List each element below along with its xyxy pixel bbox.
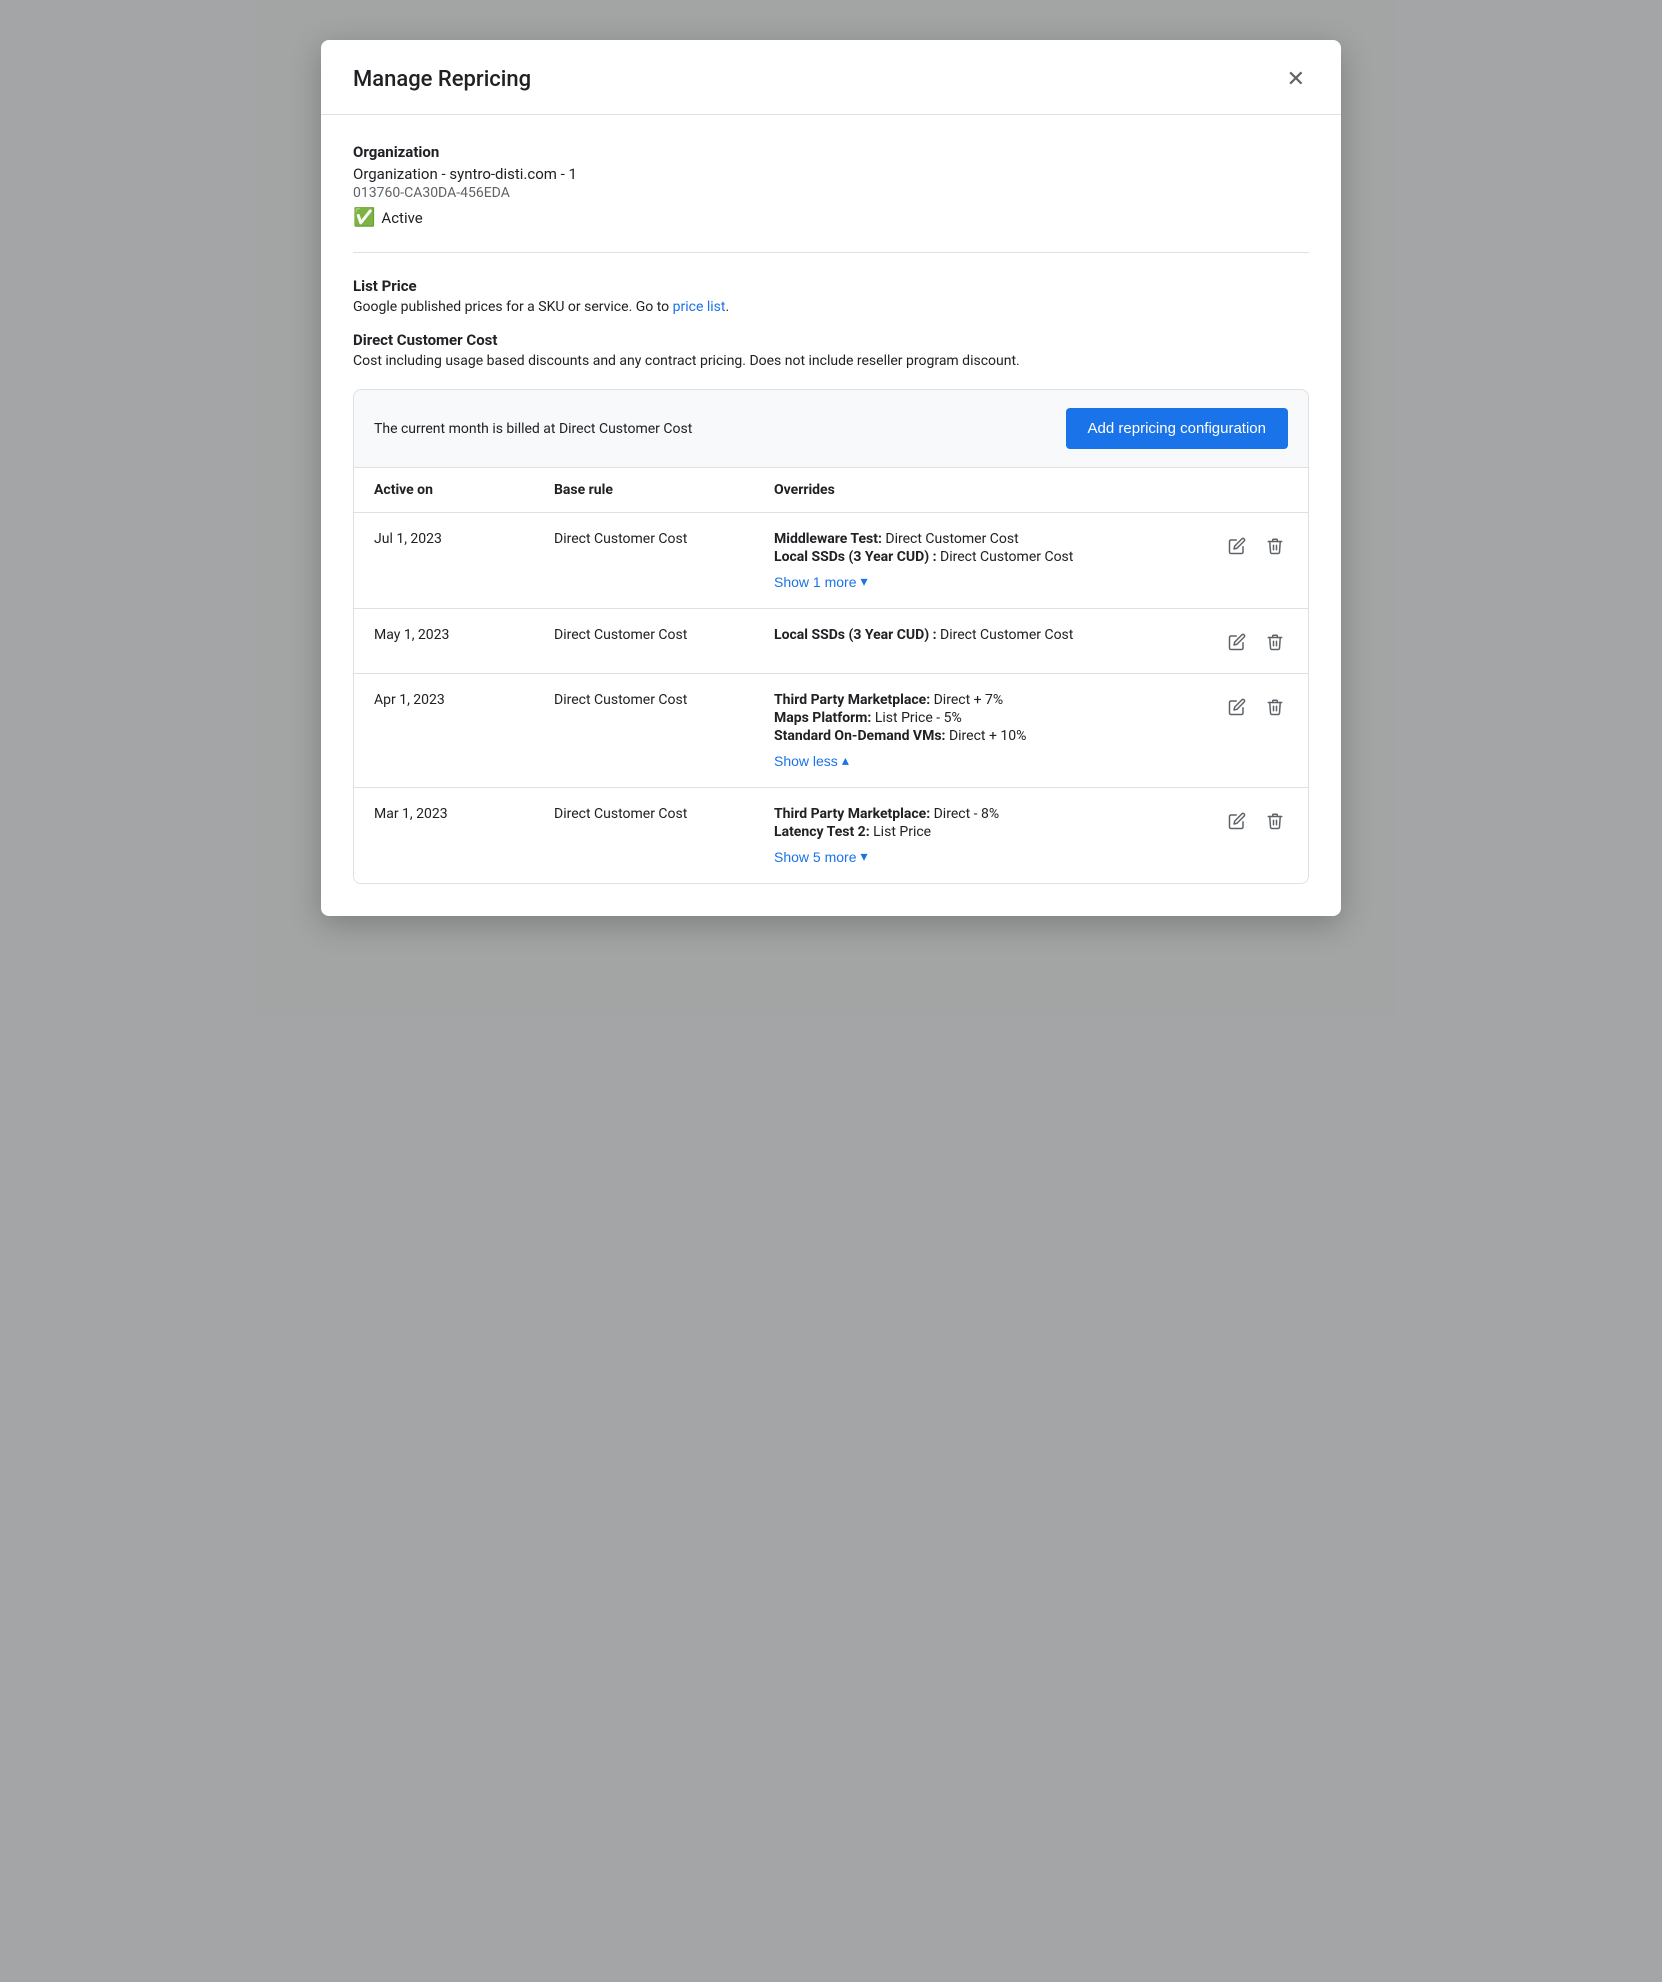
price-list-link[interactable]: price list (673, 299, 726, 315)
delete-icon (1266, 633, 1284, 651)
add-repricing-configuration-button[interactable]: Add repricing configuration (1066, 408, 1288, 449)
billing-bar: The current month is billed at Direct Cu… (353, 389, 1309, 468)
override-item: Standard On-Demand VMs: Direct + 10% (774, 728, 1198, 744)
action-cell (1198, 531, 1288, 559)
edit-icon (1228, 812, 1246, 830)
delete-button[interactable] (1262, 808, 1288, 834)
delete-icon (1266, 812, 1284, 830)
delete-button[interactable] (1262, 533, 1288, 559)
list-price-section: List Price Google published prices for a… (353, 277, 1309, 315)
repricing-table: Active on Base rule Overrides Jul 1, 202… (353, 468, 1309, 884)
base-rule-cell: Direct Customer Cost (554, 806, 774, 822)
chevron-down-icon (860, 573, 867, 590)
modal-body: Organization Organization - syntro-disti… (321, 115, 1341, 916)
col-header-active-on: Active on (374, 482, 554, 498)
override-item: Maps Platform: List Price - 5% (774, 710, 1198, 726)
col-header-actions (1198, 482, 1288, 498)
overrides-cell: Middleware Test: Direct Customer Cost Lo… (774, 531, 1198, 590)
chevron-down-icon (860, 848, 867, 865)
list-price-description: Google published prices for a SKU or ser… (353, 299, 1309, 315)
base-rule-cell: Direct Customer Cost (554, 531, 774, 547)
active-on-cell: Apr 1, 2023 (374, 692, 554, 708)
active-status-icon: ✅ (353, 207, 375, 228)
override-item: Latency Test 2: List Price (774, 824, 1198, 840)
chevron-up-icon (842, 752, 849, 769)
close-button[interactable]: ✕ (1283, 64, 1309, 94)
billing-text: The current month is billed at Direct Cu… (374, 421, 692, 437)
edit-button[interactable] (1224, 694, 1250, 720)
org-label: Organization (353, 143, 1309, 161)
active-on-cell: Jul 1, 2023 (374, 531, 554, 547)
edit-button[interactable] (1224, 533, 1250, 559)
action-cell (1198, 806, 1288, 834)
override-item: Third Party Marketplace: Direct + 7% (774, 692, 1198, 708)
org-status-text: Active (381, 209, 422, 227)
col-header-base-rule: Base rule (554, 482, 774, 498)
delete-button[interactable] (1262, 694, 1288, 720)
override-item: Third Party Marketplace: Direct - 8% (774, 806, 1198, 822)
edit-icon (1228, 698, 1246, 716)
direct-cost-description: Cost including usage based discounts and… (353, 353, 1309, 369)
override-item: Local SSDs (3 Year CUD) : Direct Custome… (774, 549, 1198, 565)
org-name: Organization - syntro-disti.com - 1 (353, 165, 1309, 183)
modal-overlay: Manage Repricing ✕ Organization Organiza… (0, 0, 1662, 1982)
base-rule-cell: Direct Customer Cost (554, 627, 774, 643)
modal-header: Manage Repricing ✕ (321, 40, 1341, 115)
delete-icon (1266, 698, 1284, 716)
section-divider-1 (353, 252, 1309, 253)
table-header-row: Active on Base rule Overrides (354, 468, 1308, 513)
manage-repricing-modal: Manage Repricing ✕ Organization Organiza… (321, 40, 1341, 916)
table-row: Apr 1, 2023 Direct Customer Cost Third P… (354, 674, 1308, 788)
override-item: Local SSDs (3 Year CUD) : Direct Custome… (774, 627, 1198, 643)
edit-icon (1228, 537, 1246, 555)
show-5-more-button[interactable]: Show 5 more (774, 842, 868, 865)
table-row: Jul 1, 2023 Direct Customer Cost Middlew… (354, 513, 1308, 609)
override-item: Middleware Test: Direct Customer Cost (774, 531, 1198, 547)
delete-icon (1266, 537, 1284, 555)
edit-icon (1228, 633, 1246, 651)
active-on-cell: Mar 1, 2023 (374, 806, 554, 822)
overrides-cell: Local SSDs (3 Year CUD) : Direct Custome… (774, 627, 1198, 645)
action-cell (1198, 692, 1288, 720)
org-id: 013760-CA30DA-456EDA (353, 185, 1309, 201)
active-on-cell: May 1, 2023 (374, 627, 554, 643)
org-status-row: ✅ Active (353, 207, 1309, 228)
direct-cost-label: Direct Customer Cost (353, 331, 1309, 349)
edit-button[interactable] (1224, 808, 1250, 834)
modal-title: Manage Repricing (353, 67, 531, 92)
direct-cost-section: Direct Customer Cost Cost including usag… (353, 331, 1309, 369)
organization-section: Organization Organization - syntro-disti… (353, 143, 1309, 228)
overrides-cell: Third Party Marketplace: Direct - 8% Lat… (774, 806, 1198, 865)
list-price-label: List Price (353, 277, 1309, 295)
action-cell (1198, 627, 1288, 655)
overrides-cell: Third Party Marketplace: Direct + 7% Map… (774, 692, 1198, 769)
show-1-more-button[interactable]: Show 1 more (774, 567, 868, 590)
base-rule-cell: Direct Customer Cost (554, 692, 774, 708)
table-row: Mar 1, 2023 Direct Customer Cost Third P… (354, 788, 1308, 883)
table-row: May 1, 2023 Direct Customer Cost Local S… (354, 609, 1308, 674)
col-header-overrides: Overrides (774, 482, 1198, 498)
show-less-button[interactable]: Show less (774, 746, 849, 769)
edit-button[interactable] (1224, 629, 1250, 655)
delete-button[interactable] (1262, 629, 1288, 655)
